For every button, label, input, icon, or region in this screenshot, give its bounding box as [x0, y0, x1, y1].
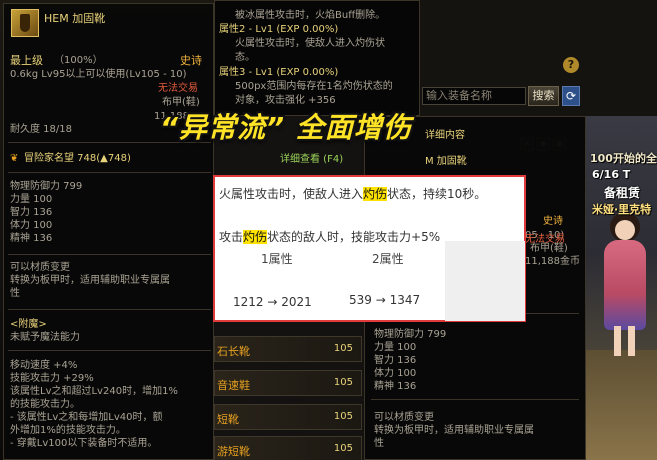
- transmute-line: 性: [374, 438, 384, 449]
- npc-face: [615, 220, 635, 240]
- item-name: M 加固靴: [425, 156, 467, 167]
- adventurer-fame: 冒险家名望 748(▲748): [24, 153, 131, 164]
- popup-line-1: 火属性攻击时，使敌人进入灼伤状态，持续10秒。: [219, 185, 486, 202]
- list-item-name: 音速鞋: [217, 379, 250, 392]
- rarity-label: 史诗: [180, 54, 202, 67]
- help-button[interactable]: ?: [563, 57, 579, 73]
- divider: [8, 254, 211, 255]
- headline-caption: “异常流” 全面增伤: [160, 111, 412, 144]
- armor-type: 布甲(鞋): [530, 243, 568, 254]
- price: 11,188金币: [525, 256, 580, 267]
- stat-line: 力量 100: [374, 342, 417, 353]
- transmute-line: 性: [10, 288, 20, 299]
- divider: [8, 172, 211, 173]
- transmute-line: 转换为板甲时，适用辅助职业专属属: [374, 425, 534, 436]
- npc-name-label: 米娅·里克特: [592, 203, 652, 216]
- detail-view-link[interactable]: 详细查看 (F4): [280, 150, 343, 165]
- popup-text: 攻击: [219, 230, 244, 244]
- scene-rental-text: 备租赁: [604, 186, 641, 200]
- grade-percent: （100%）: [54, 55, 103, 66]
- fame-icon: ❦: [10, 153, 19, 164]
- option-line: 被冰属性攻击时，火焰Buff删除。: [235, 10, 386, 21]
- list-item-level: 105: [333, 343, 353, 354]
- popup-table-bg: [445, 241, 525, 321]
- effect-line: - 该属性Lv之和每增加Lv40时，额: [10, 412, 163, 423]
- durability: 耐久度 18/18: [10, 124, 72, 135]
- level-requirement: 0.6kg Lv95以上可以使用(Lv105 - 10): [10, 69, 187, 80]
- stat-line: 智力 136: [10, 207, 53, 218]
- rarity-label: 史诗: [543, 216, 563, 227]
- option-line: 500px范围内每存在1名灼伤状态的: [235, 81, 393, 92]
- effect-line: 外增加1%的技能攻击力。: [10, 425, 126, 436]
- list-item-level: 105: [333, 411, 353, 422]
- npc-body[interactable]: [604, 240, 646, 330]
- stat-line: 精神 136: [374, 381, 417, 392]
- stat-line: 精神 136: [10, 233, 53, 244]
- stat-line: 体力 100: [374, 368, 417, 379]
- npc-leg: [628, 326, 635, 356]
- list-item[interactable]: 游短靴 105: [214, 436, 362, 460]
- list-item[interactable]: 短靴 105: [214, 404, 362, 430]
- effect-line: 的技能攻击力。: [10, 399, 80, 410]
- list-item[interactable]: 音速鞋 105: [214, 370, 362, 396]
- popup-line-2: 攻击灼伤状态的敌人时，技能攻击力+5%: [219, 228, 440, 245]
- stat-line: 智力 136: [374, 355, 417, 366]
- attr2-value: 539 → 1347: [349, 293, 421, 307]
- refresh-icon[interactable]: ⟳: [562, 86, 580, 106]
- option-line: 态。: [235, 52, 255, 63]
- option-line: 属性2 - Lv1 (EXP 0.00%): [219, 24, 339, 35]
- attr1-value: 1212 → 2021: [233, 295, 312, 309]
- trade-status: 无法交易: [158, 83, 198, 94]
- boots-icon: [11, 9, 39, 37]
- enchant-value: 未赋予魔法能力: [10, 332, 80, 343]
- item-name: HEM 加固靴: [44, 12, 106, 25]
- effect-line: 该属性Lv之和超过Lv240时，增加1%: [10, 386, 178, 397]
- transmute-line: 可以材质变更: [374, 412, 434, 423]
- effect-line: 技能攻击力 +29%: [10, 373, 94, 384]
- list-item-name: 石长靴: [217, 345, 250, 358]
- attr2-header: 2属性: [372, 252, 404, 266]
- scene-date-text: 6/16 T: [592, 168, 631, 181]
- divider: [8, 350, 211, 351]
- grade-label: 最上级: [10, 54, 43, 67]
- popup-text: 火属性攻击时，使敌人进入: [219, 187, 364, 201]
- explanation-popup: 火属性攻击时，使敌人进入灼伤状态，持续10秒。 攻击灼伤状态的敌人时，技能攻击力…: [213, 175, 526, 322]
- option-line: 火属性攻击时，使敌人进入灼伤状: [235, 38, 385, 49]
- enchant-title: <附魔>: [10, 319, 47, 330]
- search-button[interactable]: 搜索: [528, 86, 559, 106]
- scene-floor: [586, 350, 657, 460]
- burn-highlight: 灼伤: [243, 230, 268, 244]
- search-input[interactable]: 输入装备名称: [422, 87, 526, 105]
- attr1-header: 1属性: [261, 252, 293, 266]
- option-line: 属性3 - Lv1 (EXP 0.00%): [219, 67, 339, 78]
- list-item-name: 短靴: [217, 413, 239, 426]
- burn-highlight: 灼伤: [363, 187, 388, 201]
- list-item-level: 105: [333, 443, 353, 454]
- list-item-name: 游短靴: [217, 445, 250, 458]
- transmute-line: 可以材质变更: [10, 262, 70, 273]
- stat-line: 物理防御力 799: [10, 181, 83, 192]
- transmute-line: 转换为板甲时，适用辅助职业专属属: [10, 275, 170, 286]
- scene-banner-text: 100开始的全: [590, 152, 657, 165]
- popup-text: 状态，持续10秒。: [387, 187, 487, 201]
- item-tooltip: HEM 加固靴 最上级 （100%） 史诗 0.6kg Lv95以上可以使用(L…: [3, 3, 214, 460]
- stat-line: 物理防御力 799: [374, 329, 447, 340]
- list-item[interactable]: 石长靴 105: [214, 336, 362, 362]
- stat-line: 力量 100: [10, 194, 53, 205]
- popup-text: 状态的敌人时，技能攻击力+5%: [267, 230, 441, 244]
- list-item-level: 105: [333, 377, 353, 388]
- stat-line: 体力 100: [10, 220, 53, 231]
- effect-line: - 穿戴Lv100以下装备时不适用。: [10, 438, 158, 449]
- divider: [8, 309, 211, 310]
- effect-line: 移动速度 +4%: [10, 360, 78, 371]
- option-tooltip: 被冰属性攻击时，火焰Buff删除。 属性2 - Lv1 (EXP 0.00%) …: [214, 0, 420, 116]
- npc-leg: [614, 326, 621, 356]
- divider: [371, 399, 579, 400]
